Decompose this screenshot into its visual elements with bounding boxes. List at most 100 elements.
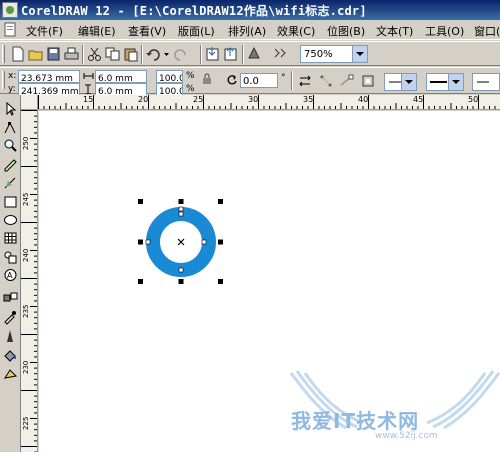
y-label: y:: [8, 84, 16, 94]
selection-handle-sw[interactable]: [138, 279, 143, 284]
import-icon[interactable]: [204, 46, 221, 62]
line-sample-icon: [430, 81, 447, 83]
redo-icon[interactable]: [172, 46, 189, 62]
scale-x-field[interactable]: [156, 70, 183, 85]
ruler-label: 20: [138, 95, 149, 104]
outline-tool-icon[interactable]: [2, 328, 19, 344]
ruler-label: 230: [22, 360, 30, 374]
title-bar: CorelDRAW 12 - [E:\CorelDRAW12作品\wifi标志.…: [0, 0, 500, 20]
fill-tool-icon[interactable]: [2, 347, 19, 363]
copy-icon[interactable]: [104, 46, 121, 62]
ruler-label: 25: [193, 95, 204, 104]
ruler-label: 245: [22, 192, 30, 206]
undo-icon[interactable]: [145, 46, 162, 62]
paste-icon[interactable]: [122, 46, 139, 62]
break-apart-icon[interactable]: [318, 73, 335, 89]
selection-handle-w[interactable]: [138, 239, 143, 245]
toolbar-grip[interactable]: [2, 45, 5, 63]
freehand-tool-icon[interactable]: [2, 156, 19, 172]
menu-edit[interactable]: 编辑(E): [78, 23, 116, 39]
menu-layout[interactable]: 版面(L): [178, 23, 215, 39]
line-sample-icon: [389, 81, 401, 83]
interactive-blend-tool-icon[interactable]: [2, 290, 19, 306]
degree-label: °: [281, 73, 286, 83]
print-icon[interactable]: [63, 46, 80, 62]
new-document-icon[interactable]: [9, 46, 26, 62]
ruler-label: 250: [22, 136, 30, 150]
zoom-level-combo[interactable]: [300, 45, 368, 63]
eyedropper-tool-icon[interactable]: [2, 309, 19, 325]
zoom-level-input[interactable]: [301, 46, 351, 62]
mirror-icon[interactable]: [297, 73, 314, 89]
menu-bar: 文件(F) 编辑(E) 查看(V) 版面(L) 排列(A) 效果(C) 位图(B…: [0, 20, 500, 40]
text-tool-icon[interactable]: A: [2, 267, 19, 283]
chevron-down-icon[interactable]: [352, 46, 367, 62]
toolbar-grip[interactable]: [2, 71, 5, 89]
zoom-tool-icon[interactable]: [2, 138, 19, 154]
selection-handle-n[interactable]: [178, 199, 184, 204]
menu-bitmaps[interactable]: 位图(B): [327, 23, 365, 39]
menu-arrange[interactable]: 排列(A): [228, 23, 266, 39]
node-handle[interactable]: [178, 211, 184, 217]
node-handle[interactable]: [201, 239, 207, 245]
x-position-field[interactable]: [18, 70, 80, 85]
x-label: x:: [8, 71, 17, 81]
end-arrowhead-combo[interactable]: [472, 73, 500, 91]
selection-handle-nw[interactable]: [138, 199, 143, 204]
horizontal-ruler-ticks: [38, 95, 496, 109]
ellipse-tool-icon[interactable]: [2, 212, 19, 228]
cut-icon[interactable]: [86, 46, 103, 62]
chevron-down-icon[interactable]: [401, 74, 416, 90]
save-icon[interactable]: [45, 46, 62, 62]
center-mark-icon[interactable]: [177, 238, 185, 246]
node-handle[interactable]: [178, 267, 184, 273]
polygon-tool-icon[interactable]: [2, 230, 19, 246]
open-folder-icon[interactable]: [27, 46, 44, 62]
menu-file[interactable]: 文件(F): [26, 23, 63, 39]
rectangle-tool-icon[interactable]: [2, 194, 19, 210]
property-bar: x: y: % % °: [0, 67, 500, 98]
window-title: CorelDRAW 12 - [E:\CorelDRAW12作品\wifi标志.…: [21, 4, 367, 18]
width-field[interactable]: [95, 70, 147, 85]
rotation-input[interactable]: [241, 75, 277, 88]
rotation-field[interactable]: [240, 73, 278, 88]
lock-ratio-icon[interactable]: [202, 73, 212, 85]
coreldraw-app-icon[interactable]: [2, 2, 18, 18]
selection-handle-ne[interactable]: [218, 199, 223, 204]
wrap-text-icon[interactable]: [360, 73, 377, 89]
width-icon: [83, 73, 94, 79]
line-style-combo[interactable]: [426, 73, 464, 91]
horizontal-ruler[interactable]: 15 20 25 30 35 40 45 50: [38, 95, 500, 110]
selection-handle-s[interactable]: [178, 279, 184, 284]
application-launcher-icon[interactable]: [246, 46, 263, 62]
ruler-label: 50: [468, 95, 479, 104]
separator: [141, 45, 143, 64]
height-icon: [85, 84, 91, 94]
selection-handle-e[interactable]: [218, 239, 223, 245]
chevron-down-icon[interactable]: [448, 74, 463, 90]
selection-handle-se[interactable]: [218, 279, 223, 284]
node-handle[interactable]: [178, 206, 184, 212]
drawing-canvas[interactable]: 我爱IT技术网 www.52ij.com: [39, 111, 500, 452]
menu-text[interactable]: 文本(T): [376, 23, 413, 39]
document-icon[interactable]: [3, 22, 18, 37]
shape-tool-icon[interactable]: [2, 120, 19, 136]
smart-fill-tool-icon[interactable]: [2, 175, 19, 191]
node-icon[interactable]: [338, 73, 355, 89]
basic-shapes-tool-icon[interactable]: [2, 249, 19, 265]
menu-effects[interactable]: 效果(C): [277, 23, 315, 39]
node-handle[interactable]: [145, 239, 151, 245]
pick-tool-icon[interactable]: [2, 101, 19, 117]
drawing-area[interactable]: [39, 111, 500, 452]
export-icon[interactable]: [222, 46, 239, 62]
menu-view[interactable]: 查看(V): [128, 23, 166, 39]
start-arrowhead-combo[interactable]: [384, 73, 417, 91]
menu-tools[interactable]: 工具(O): [425, 23, 464, 39]
watermark-url: www.52ij.com: [375, 431, 438, 441]
corel-online-icon[interactable]: [272, 46, 289, 62]
interactive-fill-tool-icon[interactable]: [2, 365, 19, 381]
ruler-origin[interactable]: [21, 95, 38, 110]
standard-toolbar: [0, 41, 500, 66]
vertical-ruler[interactable]: 250 245 240 235 230 225: [21, 110, 38, 452]
menu-window[interactable]: 窗口(W): [474, 23, 500, 39]
